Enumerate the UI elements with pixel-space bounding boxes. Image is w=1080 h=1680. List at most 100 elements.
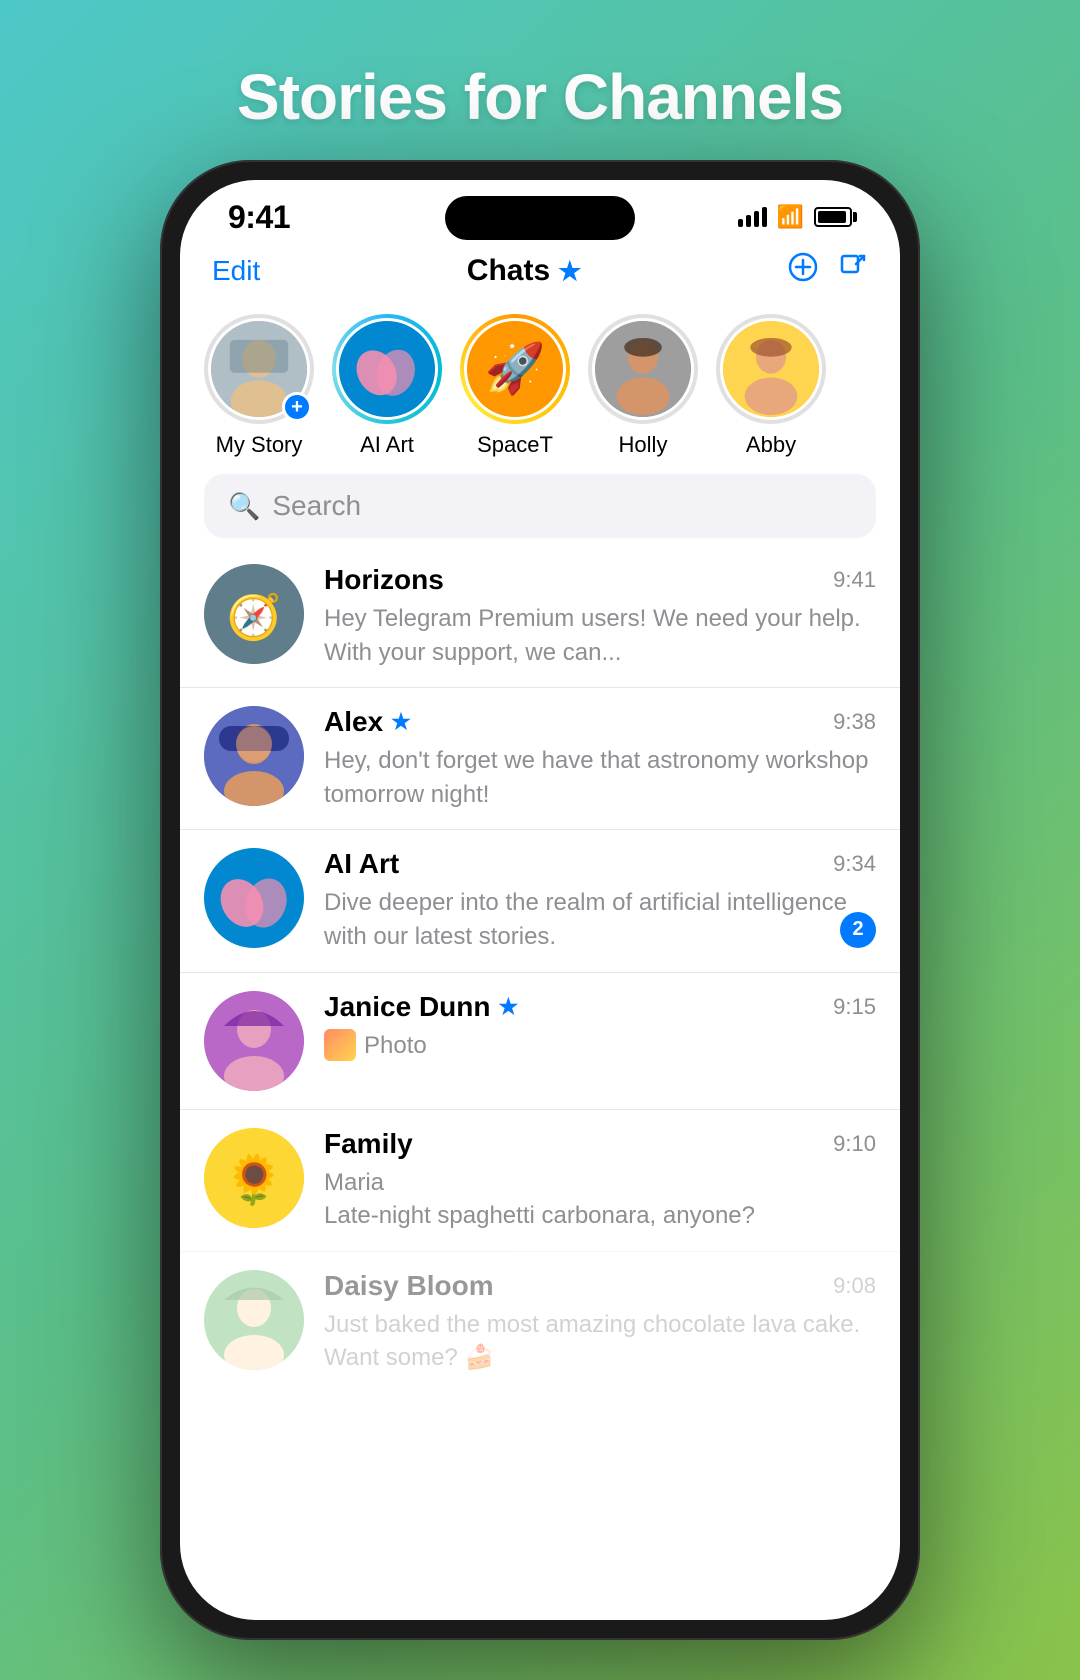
chat-avatar-janice [204, 991, 304, 1091]
chat-name-ai-art: AI Art [324, 848, 399, 880]
chat-header-janice: Janice Dunn ★ 9:15 [324, 991, 876, 1023]
chat-header-horizons: Horizons 9:41 [324, 564, 876, 596]
story-ring-abby [716, 314, 826, 424]
story-label-ai-art: AI Art [360, 432, 414, 458]
chat-name-janice: Janice Dunn ★ [324, 991, 518, 1023]
signal-bar-3 [754, 211, 759, 227]
page-title: Stories for Channels [237, 60, 843, 134]
chat-header-daisy: Daisy Bloom 9:08 [324, 1270, 876, 1302]
chat-content-horizons: Horizons 9:41 Hey Telegram Premium users… [324, 564, 876, 669]
story-item-abby[interactable]: Abby [716, 314, 826, 458]
phone-screen: 9:41 📶 Edit Chats ★ [180, 180, 900, 1620]
chat-content-janice: Janice Dunn ★ 9:15 Photo [324, 991, 876, 1063]
story-avatar-spacet: 🚀 [464, 318, 566, 420]
svg-text:🌻: 🌻 [224, 1152, 284, 1207]
story-avatar-wrap-abby [716, 314, 826, 424]
chat-avatar-alex [204, 706, 304, 806]
chat-preview-ai-art: Dive deeper into the realm of artificial… [324, 886, 876, 953]
battery-fill [818, 211, 846, 223]
chat-content-family: Family 9:10 MariaLate-night spaghetti ca… [324, 1128, 876, 1233]
chat-avatar-family: 🌻 [204, 1128, 304, 1228]
story-label-holly: Holly [619, 432, 668, 458]
chat-preview-daisy: Just baked the most amazing chocolate la… [324, 1308, 876, 1375]
story-avatar-abby [720, 318, 822, 420]
phone-shell: 9:41 📶 Edit Chats ★ [160, 160, 920, 1640]
chat-badge-ai-art: 2 [840, 912, 876, 948]
story-item-my-story[interactable]: + My Story [204, 314, 314, 458]
status-time: 9:41 [228, 199, 290, 236]
wifi-icon: 📶 [777, 204, 804, 230]
search-bar[interactable]: 🔍 Search [204, 474, 876, 538]
status-icons: 📶 [738, 204, 852, 230]
chat-content-ai-art: AI Art 9:34 Dive deeper into the realm o… [324, 848, 876, 953]
dynamic-island [445, 196, 635, 240]
chat-name-star-alex: ★ [391, 709, 411, 735]
nav-title-text: Chats [467, 254, 550, 288]
photo-label: Photo [364, 1029, 427, 1063]
add-story-icon[interactable] [788, 252, 818, 290]
status-bar: 9:41 📶 [180, 180, 900, 244]
story-ring-holly [588, 314, 698, 424]
chat-name-horizons: Horizons [324, 564, 444, 596]
chat-item-janice[interactable]: Janice Dunn ★ 9:15 Photo [180, 972, 900, 1109]
signal-icon [738, 207, 767, 227]
photo-thumb [324, 1029, 356, 1061]
chat-time-family: 9:10 [833, 1131, 876, 1157]
chat-preview-family: MariaLate-night spaghetti carbonara, any… [324, 1166, 876, 1233]
chat-item-horizons[interactable]: 🧭 Horizons 9:41 Hey Telegram Premium use… [180, 546, 900, 687]
story-item-ai-art[interactable]: AI Art [332, 314, 442, 458]
nav-action-icons [788, 252, 868, 290]
search-input[interactable]: Search [272, 490, 361, 522]
nav-bar: Edit Chats ★ [180, 244, 900, 306]
story-ring-ai-art [332, 314, 442, 424]
chat-header-family: Family 9:10 [324, 1128, 876, 1160]
svg-text:🧭: 🧭 [227, 592, 282, 642]
chat-content-alex: Alex ★ 9:38 Hey, don't forget we have th… [324, 706, 876, 811]
svg-text:🚀: 🚀 [485, 340, 546, 396]
story-avatar-wrap-spacet: 🚀 [460, 314, 570, 424]
chat-item-ai-art[interactable]: AI Art 9:34 Dive deeper into the realm o… [180, 829, 900, 971]
story-ring-spacet: 🚀 [460, 314, 570, 424]
story-item-holly[interactable]: Holly [588, 314, 698, 458]
story-item-spacet[interactable]: 🚀 SpaceT [460, 314, 570, 458]
chat-time-horizons: 9:41 [833, 567, 876, 593]
story-avatar-ai-art [336, 318, 438, 420]
story-label-abby: Abby [746, 432, 796, 458]
chat-avatar-daisy [204, 1270, 304, 1370]
chat-avatar-ai-art [204, 848, 304, 948]
chat-preview-horizons: Hey Telegram Premium users! We need your… [324, 602, 876, 669]
story-avatar-wrap-ai-art [332, 314, 442, 424]
story-add-button[interactable]: + [282, 392, 312, 422]
chat-item-daisy[interactable]: Daisy Bloom 9:08 Just baked the most ama… [180, 1251, 900, 1393]
chat-preview-alex: Hey, don't forget we have that astronomy… [324, 744, 876, 811]
chat-header-alex: Alex ★ 9:38 [324, 706, 876, 738]
chat-time-alex: 9:38 [833, 709, 876, 735]
signal-bar-4 [762, 207, 767, 227]
chat-list: 🧭 Horizons 9:41 Hey Telegram Premium use… [180, 546, 900, 1620]
nav-title: Chats ★ [467, 254, 582, 288]
signal-bar-2 [746, 215, 751, 227]
battery-icon [814, 207, 852, 227]
nav-title-star-icon: ★ [558, 256, 581, 287]
edit-button[interactable]: Edit [212, 255, 260, 287]
chat-name-family: Family [324, 1128, 413, 1160]
chat-time-janice: 9:15 [833, 994, 876, 1020]
story-avatar-wrap-holly [588, 314, 698, 424]
chat-time-daisy: 9:08 [833, 1273, 876, 1299]
chat-preview-janice: Photo [324, 1029, 876, 1063]
photo-preview: Photo [324, 1029, 876, 1063]
compose-icon[interactable] [838, 252, 868, 290]
chat-content-daisy: Daisy Bloom 9:08 Just baked the most ama… [324, 1270, 876, 1375]
signal-bar-1 [738, 219, 743, 227]
chat-name-star-janice: ★ [498, 994, 518, 1020]
chat-time-ai-art: 9:34 [833, 851, 876, 877]
search-icon: 🔍 [228, 491, 260, 522]
chat-header-ai-art: AI Art 9:34 [324, 848, 876, 880]
chat-avatar-horizons: 🧭 [204, 564, 304, 664]
chat-name-alex: Alex ★ [324, 706, 411, 738]
story-label-spacet: SpaceT [477, 432, 553, 458]
chat-item-family[interactable]: 🌻 Family 9:10 MariaLate-night spaghetti … [180, 1109, 900, 1251]
stories-row: + My Story [180, 306, 900, 474]
chat-item-alex[interactable]: Alex ★ 9:38 Hey, don't forget we have th… [180, 687, 900, 829]
story-label-my-story: My Story [216, 432, 303, 458]
